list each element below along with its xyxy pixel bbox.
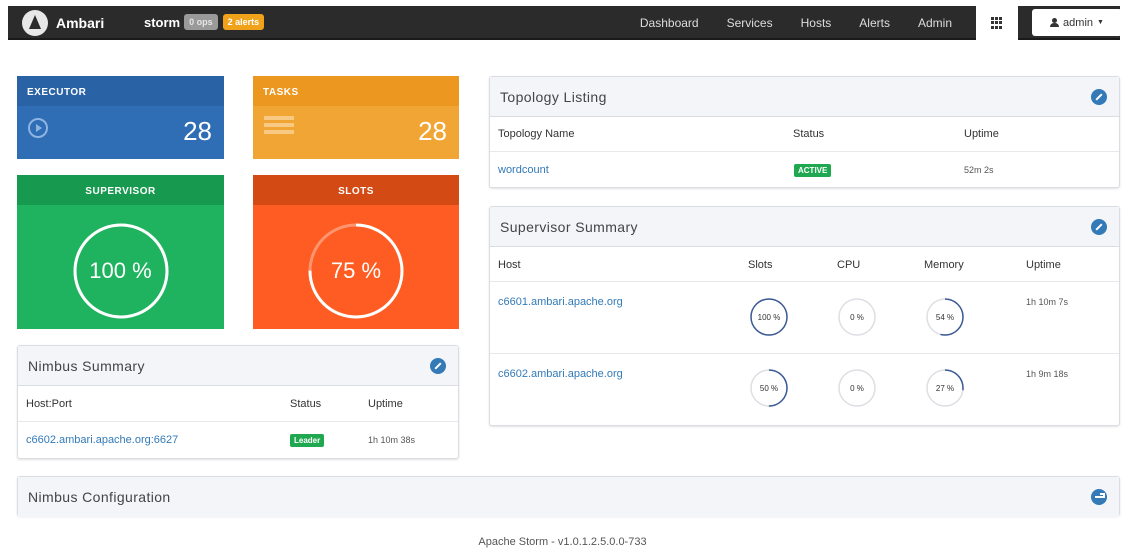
tasks-tile: TASKS 28: [253, 76, 459, 159]
status-badge: Leader: [290, 434, 325, 447]
top-navbar: Ambari storm 0 ops 2 alerts Dashboard Se…: [8, 6, 1122, 40]
nav-alerts[interactable]: Alerts: [859, 16, 890, 30]
external-link-icon[interactable]: [1091, 489, 1107, 505]
grid-icon: [991, 17, 1003, 29]
executor-tile: EXECUTOR 28: [17, 76, 224, 159]
slots-gauge: 50 %: [749, 368, 789, 408]
nimbus-configuration-title: Nimbus Configuration: [28, 489, 171, 505]
supervisor-host-link[interactable]: c6602.ambari.apache.org: [498, 368, 623, 380]
nav-links: Dashboard Services Hosts Alerts Admin: [612, 16, 952, 30]
cpu-value: 0 %: [850, 383, 864, 393]
table-row: c6602.ambari.apache.org 50 % 0 % 27 % 1h…: [490, 354, 1119, 426]
supervisor-tile: SUPERVISOR 100 %: [17, 175, 224, 329]
slots-value: 100 %: [757, 312, 781, 322]
table-header: Topology Name Status Uptime: [490, 117, 1119, 152]
brand-name: Ambari: [56, 15, 105, 31]
cpu-value: 0 %: [850, 312, 864, 322]
edit-icon[interactable]: [1091, 219, 1107, 235]
table-header: Host Slots CPU Memory Uptime: [490, 247, 1119, 282]
supervisor-summary-panel: Supervisor Summary Host Slots CPU Memory…: [489, 206, 1120, 426]
executor-label: EXECUTOR: [17, 76, 224, 106]
header-status: Status: [290, 398, 322, 410]
executor-count: 28: [183, 116, 212, 146]
footer-version: Apache Storm - v1.0.1.2.5.0.0-733: [478, 536, 647, 548]
cpu-gauge: 0 %: [837, 297, 877, 337]
cluster-name[interactable]: storm: [144, 15, 180, 30]
supervisor-host-link[interactable]: c6601.ambari.apache.org: [498, 296, 623, 308]
user-name: admin: [1063, 16, 1094, 29]
nav-dashboard[interactable]: Dashboard: [640, 16, 699, 30]
slots-percent: 75 %: [330, 258, 382, 283]
views-menu-button[interactable]: [976, 6, 1018, 40]
tasks-label: TASKS: [253, 76, 459, 106]
topology-link[interactable]: wordcount: [498, 164, 549, 176]
header-topology-name: Topology Name: [498, 128, 575, 140]
play-icon: [28, 118, 48, 138]
edit-icon[interactable]: [430, 358, 446, 374]
header-cpu: CPU: [837, 259, 861, 271]
user-icon: [1050, 18, 1060, 27]
ops-badge[interactable]: 0 ops: [184, 14, 218, 30]
memory-gauge: 54 %: [925, 297, 965, 337]
nimbus-summary-title: Nimbus Summary: [28, 358, 145, 374]
nimbus-host-link[interactable]: c6602.ambari.apache.org:6627: [26, 434, 178, 446]
header-memory: Memory: [924, 259, 964, 271]
header-uptime: Uptime: [1026, 259, 1061, 271]
tasks-count: 28: [418, 116, 447, 146]
header-host: Host: [498, 259, 521, 271]
cluster-info: storm 0 ops 2 alerts: [144, 14, 265, 30]
memory-value: 27 %: [935, 383, 955, 393]
slots-tile: SLOTS 75 %: [253, 175, 459, 329]
nimbus-configuration-panel[interactable]: Nimbus Configuration: [17, 476, 1120, 517]
memory-gauge: 27 %: [925, 368, 965, 408]
slots-label: SLOTS: [253, 175, 459, 205]
user-menu-button[interactable]: admin ▼: [1032, 9, 1122, 36]
header-uptime: Uptime: [368, 398, 403, 410]
table-row: c6601.ambari.apache.org 100 % 0 % 54 % 1…: [490, 282, 1119, 354]
cpu-gauge: 0 %: [837, 368, 877, 408]
table-row: c6602.ambari.apache.org:6627 Leader 1h 1…: [18, 422, 458, 459]
header-host-port: Host:Port: [26, 398, 72, 410]
supervisor-percent: 100 %: [89, 258, 152, 283]
brand[interactable]: Ambari: [22, 9, 104, 37]
status-badge: ACTIVE: [794, 164, 832, 177]
memory-value: 54 %: [935, 312, 955, 322]
uptime-value: 1h 9m 18s: [1026, 369, 1069, 379]
slots-gauge: 100 %: [749, 297, 789, 337]
alerts-badge[interactable]: 2 alerts: [222, 14, 265, 30]
caret-down-icon: ▼: [1097, 19, 1104, 26]
topology-listing-panel: Topology Listing Topology Name Status Up…: [489, 76, 1120, 188]
header-slots: Slots: [748, 259, 773, 271]
table-header: Host:Port Status Uptime: [18, 386, 458, 422]
header-uptime: Uptime: [964, 128, 999, 140]
table-row: wordcount ACTIVE 52m 2s: [490, 152, 1119, 188]
nav-hosts[interactable]: Hosts: [801, 16, 832, 30]
nimbus-summary-panel: Nimbus Summary Host:Port Status Uptime c…: [17, 345, 459, 459]
list-icon: [264, 116, 294, 142]
uptime-value: 1h 10m 7s: [1026, 297, 1069, 307]
ambari-logo-icon: [22, 10, 48, 36]
nav-admin[interactable]: Admin: [918, 16, 952, 30]
uptime-value: 1h 10m 38s: [368, 435, 416, 445]
uptime-value: 52m 2s: [964, 165, 994, 175]
slots-value: 50 %: [759, 383, 779, 393]
header-status: Status: [793, 128, 825, 140]
supervisor-label: SUPERVISOR: [17, 175, 224, 205]
edit-icon[interactable]: [1091, 89, 1107, 105]
nav-services[interactable]: Services: [727, 16, 773, 30]
topology-listing-title: Topology Listing: [500, 89, 607, 105]
supervisor-summary-title: Supervisor Summary: [500, 219, 638, 235]
